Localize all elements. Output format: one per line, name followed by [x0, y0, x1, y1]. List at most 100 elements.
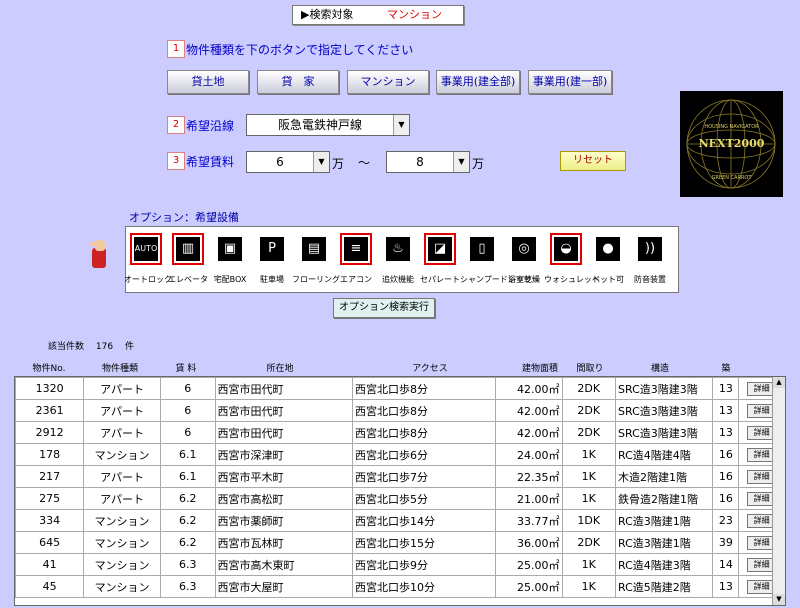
- col-header-area: 建物面積: [521, 364, 558, 374]
- type-button-mansion[interactable]: マンション: [347, 70, 429, 94]
- cell-rent: 6.3: [159, 575, 216, 598]
- chevron-down-icon[interactable]: ▼: [393, 115, 409, 135]
- cell-structure: 鉄骨造2階建1階: [614, 487, 714, 510]
- aircon-icon[interactable]: ≡: [340, 233, 372, 265]
- cell-access: 西宮北口歩5分: [351, 487, 497, 510]
- cell-type: マンション: [83, 531, 161, 554]
- cell-access: 西宮北口歩7分: [351, 465, 497, 488]
- cell-structure: RC造5階建2階: [614, 575, 714, 598]
- cell-structure: SRC造3階建3階: [614, 421, 714, 444]
- type-button-land[interactable]: 貸土地: [167, 70, 249, 94]
- table-row: 334 マンション 6.2 西宮市薬師町 西宮北口歩14分 33.77㎡ 1DK RC造3階建…: [15, 509, 785, 532]
- amenity-label: オートロック: [124, 275, 172, 284]
- logo-main-text: NEXT2000: [698, 137, 765, 150]
- logo-bottom-text: GREEN CARROT: [711, 175, 752, 181]
- results-table-grid: 1320 アパート 6 西宮市田代町 西宮北口歩8分 42.00㎡ 2DK SRC造3階建3階…: [15, 377, 785, 598]
- cell-location: 西宮市瓦林町: [214, 531, 354, 554]
- cell-age: 13: [712, 377, 740, 400]
- type-button-business-part[interactable]: 事業用(建一部): [528, 70, 612, 94]
- rent-range-tilde: ～: [358, 156, 371, 170]
- cell-layout: 2DK: [561, 531, 617, 554]
- rent-min-unit: 万: [332, 157, 345, 171]
- cell-id: 334: [15, 509, 85, 532]
- cell-access: 西宮北口歩8分: [351, 399, 497, 422]
- amenity-label: エレベータ: [168, 275, 208, 284]
- col-header-age: 築: [721, 364, 731, 374]
- rent-max-select[interactable]: 8 ▼: [386, 151, 470, 173]
- bath-dryer-icon[interactable]: ◎: [508, 233, 540, 265]
- cell-access: 西宮北口歩10分: [351, 575, 497, 598]
- cell-id: 217: [15, 465, 85, 488]
- parking-icon[interactable]: P: [256, 233, 288, 265]
- scroll-up-icon[interactable]: ▲: [773, 377, 785, 388]
- soundproof-icon[interactable]: )): [634, 233, 666, 265]
- cell-type: マンション: [83, 509, 161, 532]
- result-count-unit: 件: [124, 342, 134, 352]
- cell-rent: 6: [159, 399, 216, 422]
- rent-min-select[interactable]: 6 ▼: [246, 151, 330, 173]
- col-header-rent: 賃 料: [175, 364, 197, 374]
- cell-location: 西宮市田代町: [214, 377, 354, 400]
- cell-structure: RC造4階建4階: [614, 443, 714, 466]
- option-search-button[interactable]: オプション検索実行: [333, 298, 435, 318]
- pet-icon[interactable]: ●: [592, 233, 624, 265]
- cell-layout: 2DK: [561, 399, 617, 422]
- washlet-icon[interactable]: ◒: [550, 233, 582, 265]
- cell-id: 45: [15, 575, 85, 598]
- cell-access: 西宮北口歩14分: [351, 509, 497, 532]
- amenity-label: シャンプードレッサー: [460, 275, 540, 284]
- chevron-down-icon[interactable]: ▼: [313, 152, 329, 172]
- results-table: 1320 アパート 6 西宮市田代町 西宮北口歩8分 42.00㎡ 2DK SRC造3階建3階…: [14, 376, 786, 606]
- table-row: 45 マンション 6.3 西宮市大屋町 西宮北口歩10分 25.00㎡ 1K RC造5階建2階…: [15, 575, 785, 598]
- amenity-icon-strip: AUTO オートロック ▥ エレベータ ▣ 宅配BOX P 駐車場 ▤ フローリング ≡ エアコン ♨ 追…: [124, 226, 679, 293]
- cell-layout: 1DK: [561, 509, 617, 532]
- line-select-value: 阪急電鉄神戸線: [277, 118, 362, 132]
- cell-id: 645: [15, 531, 85, 554]
- cell-rent: 6.1: [159, 465, 216, 488]
- amenity-label: 浴室乾燥: [508, 275, 540, 284]
- delivery-box-icon[interactable]: ▣: [214, 233, 246, 265]
- cell-id: 41: [15, 553, 85, 576]
- cell-location: 西宮市高松町: [214, 487, 354, 510]
- separate-bath-icon[interactable]: ◪: [424, 233, 456, 265]
- cell-layout: 1K: [561, 553, 617, 576]
- reset-button[interactable]: リセット: [560, 151, 626, 171]
- table-row: 41 マンション 6.3 西宮市高木東町 西宮北口歩9分 25.00㎡ 1K RC造4階建3階…: [15, 553, 785, 576]
- cell-age: 16: [712, 487, 740, 510]
- search-target-box: ▶検索対象 マンション: [292, 5, 464, 25]
- cell-rent: 6.2: [159, 509, 216, 532]
- cell-rent: 6: [159, 377, 216, 400]
- scroll-down-icon[interactable]: ▼: [773, 594, 785, 605]
- elevator-icon[interactable]: ▥: [172, 233, 204, 265]
- type-button-business-whole[interactable]: 事業用(建全部): [436, 70, 520, 94]
- cell-rent: 6.2: [159, 531, 216, 554]
- line-select[interactable]: 阪急電鉄神戸線 ▼: [246, 114, 410, 136]
- search-target-label: ▶検索対象: [301, 8, 354, 21]
- cell-area: 36.00㎡: [495, 531, 563, 554]
- cell-type: アパート: [83, 421, 161, 444]
- cell-location: 西宮市薬師町: [214, 509, 354, 532]
- cell-layout: 1K: [561, 575, 617, 598]
- reheating-icon[interactable]: ♨: [382, 233, 414, 265]
- cell-age: 16: [712, 465, 740, 488]
- cell-structure: RC造3階建1階: [614, 531, 714, 554]
- cell-rent: 6.2: [159, 487, 216, 510]
- results-scrollbar[interactable]: ▲ ▼: [772, 377, 785, 605]
- pointing-hand-icon: [89, 234, 111, 270]
- logo-top-text: HOUSING NAVIGATOR: [704, 124, 759, 130]
- chevron-down-icon[interactable]: ▼: [453, 152, 469, 172]
- cell-layout: 1K: [561, 487, 617, 510]
- flooring-icon[interactable]: ▤: [298, 233, 330, 265]
- cell-type: アパート: [83, 377, 161, 400]
- rent-max-value: 8: [416, 155, 424, 169]
- col-header-location: 所在地: [266, 364, 294, 374]
- cell-structure: SRC造3階建3階: [614, 377, 714, 400]
- shampoo-dresser-icon[interactable]: ▯: [466, 233, 498, 265]
- table-row: 645 マンション 6.2 西宮市瓦林町 西宮北口歩15分 36.00㎡ 2DK RC造3階建…: [15, 531, 785, 554]
- cell-id: 178: [15, 443, 85, 466]
- auto-lock-icon[interactable]: AUTO: [130, 233, 162, 265]
- cell-location: 西宮市大屋町: [214, 575, 354, 598]
- amenity-label: セパレート: [420, 275, 460, 284]
- cell-area: 25.00㎡: [495, 575, 563, 598]
- type-button-house[interactable]: 貸 家: [257, 70, 339, 94]
